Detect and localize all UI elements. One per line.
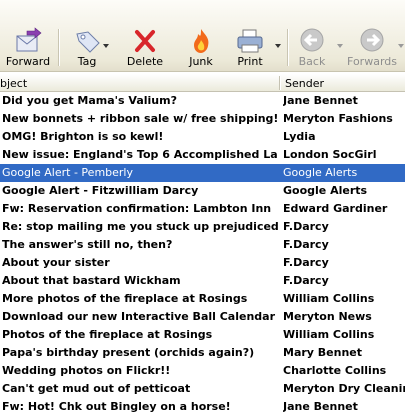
forwards-icon (360, 28, 384, 52)
message-subject: Google Alert - Fitzwilliam Darcy (2, 184, 199, 197)
message-row[interactable]: New bonnets + ribbon sale w/ free shippi… (0, 110, 405, 128)
toolbar-separator (287, 29, 288, 66)
message-row[interactable]: Can't get mud out of petticoat Meryton Dr… (0, 380, 405, 398)
message-subject: New bonnets + ribbon sale w/ free shippi… (2, 112, 278, 125)
tag-label: Tag (77, 55, 97, 68)
print-dropdown-icon[interactable] (275, 44, 281, 48)
message-row[interactable]: OMG! Brighton is so kewl! Lydia (0, 128, 405, 146)
message-sender: Edward Gardiner (283, 202, 388, 215)
message-subject: Wedding photos on Flickr!! (2, 364, 171, 377)
message-sender: Jane Bennet (283, 94, 358, 107)
message-subject: Fw: Hot! Chk out Bingley on a horse! (2, 400, 231, 413)
column-divider[interactable] (279, 76, 280, 90)
message-row[interactable]: Did you get Mama's Valium? Jane Bennet (0, 92, 405, 110)
message-subject: Google Alert - Pemberly (2, 166, 133, 179)
message-subject: Did you get Mama's Valium? (2, 94, 177, 107)
junk-button[interactable]: Junk (178, 0, 224, 72)
message-sender: London SocGirl (283, 148, 377, 161)
message-sender: F.Darcy (283, 220, 329, 233)
back-icon (300, 28, 324, 52)
message-subject: The answer's still no, then? (2, 238, 173, 251)
forwards-label: Forwards (347, 55, 397, 68)
print-label: Print (237, 55, 263, 68)
message-sender: Meryton Dry Cleaning (283, 382, 405, 395)
delete-label: Delete (126, 55, 164, 68)
message-row[interactable]: Download our new Interactive Ball Calend… (0, 308, 405, 326)
message-row[interactable]: Papa's birthday present (orchids again?)… (0, 344, 405, 362)
message-row[interactable]: The answer's still no, then? F.Darcy (0, 236, 405, 254)
message-row[interactable]: Google Alert - Fitzwilliam Darcy Google A… (0, 182, 405, 200)
message-row[interactable]: About that bastard Wickham F.Darcy (0, 272, 405, 290)
delete-button[interactable]: Delete (122, 0, 168, 72)
message-sender: Charlotte Collins (283, 364, 387, 377)
tag-dropdown-icon[interactable] (103, 44, 109, 48)
print-icon (237, 29, 263, 53)
message-row[interactable]: Fw: Hot! Chk out Bingley on a horse! Jane… (0, 398, 405, 416)
message-subject: Photos of the fireplace at Rosings (2, 328, 213, 341)
message-sender: Lydia (283, 130, 316, 143)
message-sender: Google Alerts (283, 184, 368, 197)
message-list-header: bject Sender (0, 74, 405, 92)
message-sender: Jane Bennet (283, 400, 358, 413)
delete-icon (135, 30, 155, 52)
mail-toolbar: Forward Tag Delete Junk Print Back Forwa… (0, 0, 405, 72)
message-row-selected[interactable]: Google Alert - Pemberly Google Alerts (0, 164, 405, 182)
message-row[interactable]: About your sister F.Darcy (0, 254, 405, 272)
forward-button[interactable]: Forward (2, 0, 54, 72)
forward-label: Forward (5, 55, 51, 68)
junk-icon (194, 29, 209, 53)
print-button[interactable]: Print (227, 0, 273, 72)
message-sender: Mary Bennet (283, 346, 363, 359)
message-row[interactable]: New issue: England's Top 6 Accomplished … (0, 146, 405, 164)
message-subject: About your sister (2, 256, 110, 269)
tag-button[interactable]: Tag (64, 0, 110, 72)
message-sender: Meryton News (283, 310, 372, 323)
message-sender: Meryton Fashions (283, 112, 393, 125)
message-row[interactable]: More photos of the fireplace at Rosings W… (0, 290, 405, 308)
message-sender: F.Darcy (283, 256, 329, 269)
message-row[interactable]: Fw: Reservation confirmation: Lambton In… (0, 200, 405, 218)
message-subject: Fw: Reservation confirmation: Lambton In… (2, 202, 272, 215)
forward-icon (16, 27, 42, 52)
message-sender: Google Alerts (283, 166, 358, 179)
message-subject: Can't get mud out of petticoat (2, 382, 191, 395)
message-sender: F.Darcy (283, 274, 329, 287)
message-row[interactable]: Wedding photos on Flickr!! Charlotte Coll… (0, 362, 405, 380)
message-row[interactable]: Photos of the fireplace at Rosings Willia… (0, 326, 405, 344)
message-sender: William Collins (283, 328, 375, 341)
subject-column-header[interactable]: bject (0, 77, 27, 90)
message-subject: OMG! Brighton is so kewl! (2, 130, 164, 143)
message-sender: William Collins (283, 292, 375, 305)
message-subject: New issue: England's Top 6 Accomplished … (2, 148, 278, 161)
sender-column-header[interactable]: Sender (285, 77, 324, 90)
toolbar-separator (58, 29, 59, 66)
message-subject: Re: stop mailing me you stuck up prejudi… (2, 220, 278, 233)
tag-icon (76, 31, 100, 53)
message-sender: F.Darcy (283, 238, 329, 251)
message-subject: About that bastard Wickham (2, 274, 181, 287)
back-button[interactable]: Back (293, 0, 331, 72)
message-subject: More photos of the fireplace at Rosings (2, 292, 248, 305)
back-label: Back (298, 55, 326, 68)
junk-label: Junk (189, 55, 213, 68)
message-row[interactable]: Re: stop mailing me you stuck up prejudi… (0, 218, 405, 236)
message-list: Did you get Mama's Valium? Jane Bennet New… (0, 92, 405, 416)
back-dropdown-icon[interactable] (337, 44, 343, 48)
forwards-dropdown-icon[interactable] (398, 44, 404, 48)
forwards-button[interactable]: Forwards (345, 0, 399, 72)
message-subject: Download our new Interactive Ball Calend… (2, 310, 276, 323)
message-subject: Papa's birthday present (orchids again?) (2, 346, 255, 359)
